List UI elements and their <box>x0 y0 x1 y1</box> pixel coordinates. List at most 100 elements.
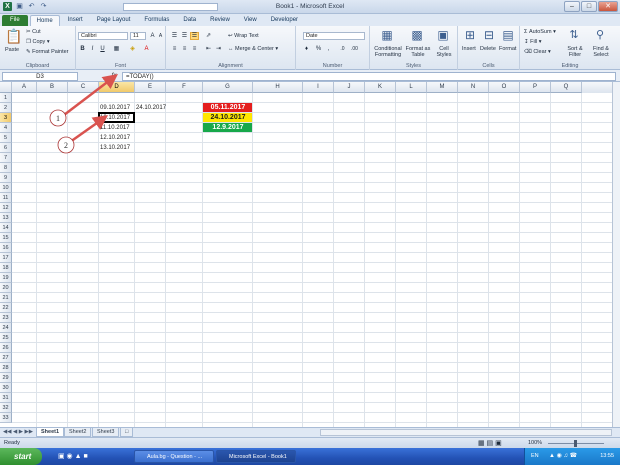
cell-d6[interactable]: 13.10.2017 <box>99 143 134 153</box>
format-painter-button[interactable]: ✎ Format Painter <box>26 49 69 55</box>
find-select-button[interactable]: Find & Select <box>588 46 614 58</box>
column-header[interactable]: A <box>12 82 37 93</box>
tab-developer[interactable]: Developer <box>265 15 304 26</box>
cell-d4[interactable]: 11.10.2017 <box>99 123 134 133</box>
fill-color-icon[interactable]: ◈ <box>128 45 137 53</box>
quick-launch-icons[interactable]: ▣ ◉ ▲ ■ <box>58 452 88 460</box>
row-header[interactable]: 11 <box>0 193 12 203</box>
align-top-icon[interactable]: ☰ <box>170 32 179 40</box>
cell-d5[interactable]: 12.10.2017 <box>99 133 134 143</box>
row-header[interactable]: 22 <box>0 303 12 313</box>
borders-icon[interactable]: ▦ <box>112 45 121 53</box>
row-header[interactable]: 14 <box>0 223 12 233</box>
tab-page-layout[interactable]: Page Layout <box>91 15 137 26</box>
row-header[interactable]: 7 <box>0 153 12 163</box>
language-indicator[interactable]: EN <box>531 448 539 465</box>
formula-input[interactable]: =TODAY() <box>122 72 616 81</box>
insert-function-icon[interactable]: fx <box>108 72 120 81</box>
column-header[interactable]: J <box>334 82 365 93</box>
font-name-select[interactable]: Calibri <box>78 32 128 40</box>
tab-review[interactable]: Review <box>204 15 236 26</box>
delete-button[interactable]: Delete <box>480 46 496 52</box>
row-header[interactable]: 31 <box>0 393 12 403</box>
new-sheet-icon[interactable]: □ <box>120 428 134 437</box>
column-header[interactable]: P <box>520 82 551 93</box>
row-header[interactable]: 18 <box>0 263 12 273</box>
sort-filter-icon[interactable]: ⇅ <box>564 28 584 41</box>
select-all-corner[interactable] <box>0 82 12 93</box>
column-header[interactable]: D <box>99 82 135 93</box>
row-header[interactable]: 13 <box>0 213 12 223</box>
font-color-icon[interactable]: A <box>142 45 151 53</box>
row-header[interactable]: 12 <box>0 203 12 213</box>
clear-button[interactable]: ⌫ Clear ▾ <box>524 49 551 55</box>
row-header[interactable]: 27 <box>0 353 12 363</box>
row-header[interactable]: 17 <box>0 253 12 263</box>
task-excel[interactable]: Microsoft Excel - Book1 <box>216 450 296 463</box>
row-header[interactable]: 25 <box>0 333 12 343</box>
column-header[interactable]: F <box>166 82 203 93</box>
align-middle-icon[interactable]: ☰ <box>180 32 189 40</box>
cut-button[interactable]: ✂ Cut <box>26 29 41 35</box>
format-cells-icon[interactable]: ▤ <box>499 28 517 42</box>
merge-center-button[interactable]: ↔ Merge & Center ▾ <box>228 46 278 52</box>
copy-button[interactable]: ❐ Copy ▾ <box>26 39 50 45</box>
row-header[interactable]: 28 <box>0 363 12 373</box>
column-header[interactable]: O <box>489 82 520 93</box>
row-header[interactable]: 33 <box>0 413 12 423</box>
column-header[interactable]: I <box>303 82 334 93</box>
row-header[interactable]: 10 <box>0 183 12 193</box>
orientation-icon[interactable]: ⇗ <box>204 32 213 40</box>
row-header[interactable]: 16 <box>0 243 12 253</box>
cell-g3[interactable]: 24.10.2017 <box>203 113 252 122</box>
row-header[interactable]: 6 <box>0 143 12 153</box>
tab-file[interactable]: File <box>2 15 28 26</box>
sort-filter-button[interactable]: Sort & Filter <box>563 46 587 58</box>
italic-icon[interactable]: I <box>88 45 97 53</box>
align-left-icon[interactable]: ≡ <box>170 45 179 53</box>
row-header[interactable]: 29 <box>0 373 12 383</box>
cell-e2[interactable]: 24.10.2017 <box>135 103 166 113</box>
underline-icon[interactable]: U <box>98 45 107 53</box>
view-buttons[interactable]: ▦ ▤ ▣ <box>478 439 502 447</box>
zoom-level[interactable]: 100% <box>528 440 542 446</box>
comma-style-icon[interactable]: , <box>324 45 333 53</box>
sheet-nav-arrows[interactable]: ◀◀ ◀ ▶ ▶▶ <box>3 429 33 435</box>
maximize-button[interactable]: □ <box>581 1 597 12</box>
sheet-tab-1[interactable]: Sheet1 <box>36 428 65 437</box>
paste-icon[interactable]: 📋 <box>5 28 22 45</box>
fill-button[interactable]: ↧ Fill ▾ <box>524 39 541 45</box>
row-header[interactable]: 21 <box>0 293 12 303</box>
percent-icon[interactable]: % <box>314 45 323 53</box>
close-button[interactable]: ✕ <box>598 1 618 12</box>
tray-icons[interactable]: ▲ ◉ ♫ ☎ <box>549 448 577 465</box>
name-box[interactable]: D3 <box>2 72 78 81</box>
currency-icon[interactable]: ♦ <box>302 45 311 53</box>
increase-decimal-icon[interactable]: .0 <box>338 45 347 53</box>
row-header[interactable]: 1 <box>0 93 12 103</box>
insert-button[interactable]: Insert <box>462 46 476 52</box>
format-button[interactable]: Format <box>499 46 516 52</box>
decrease-decimal-icon[interactable]: .00 <box>350 45 359 53</box>
column-header[interactable]: L <box>396 82 427 93</box>
conditional-formatting-icon[interactable]: ▦ <box>376 28 398 42</box>
increase-indent-icon[interactable]: ⇥ <box>214 45 223 53</box>
tab-formulas[interactable]: Formulas <box>138 15 175 26</box>
row-header[interactable]: 19 <box>0 273 12 283</box>
column-header[interactable]: N <box>458 82 489 93</box>
format-table-icon[interactable]: ▩ <box>406 28 428 42</box>
conditional-formatting-button[interactable]: Conditional Formatting <box>373 46 403 58</box>
row-header[interactable]: 8 <box>0 163 12 173</box>
font-size-select[interactable]: 11 <box>130 32 146 40</box>
insert-cells-icon[interactable]: ⊞ <box>461 28 479 42</box>
row-header[interactable]: 24 <box>0 323 12 333</box>
sheet-tab-3[interactable]: Sheet3 <box>92 428 120 437</box>
tab-data[interactable]: Data <box>177 15 202 26</box>
align-right-icon[interactable]: ≡ <box>190 45 199 53</box>
sheet-tab-2[interactable]: Sheet2 <box>64 428 92 437</box>
row-header[interactable]: 30 <box>0 383 12 393</box>
worksheet-grid[interactable]: ABCDEFGHIJKLMNOPQ 1 2 3 4 5 6 7 8 9 10 11 12 13 14 15 1… <box>0 82 612 427</box>
cell-g2[interactable]: 05.11.2017 <box>203 103 252 112</box>
bold-icon[interactable]: B <box>78 45 87 53</box>
wrap-text-button[interactable]: ↩ Wrap Text <box>228 33 259 39</box>
